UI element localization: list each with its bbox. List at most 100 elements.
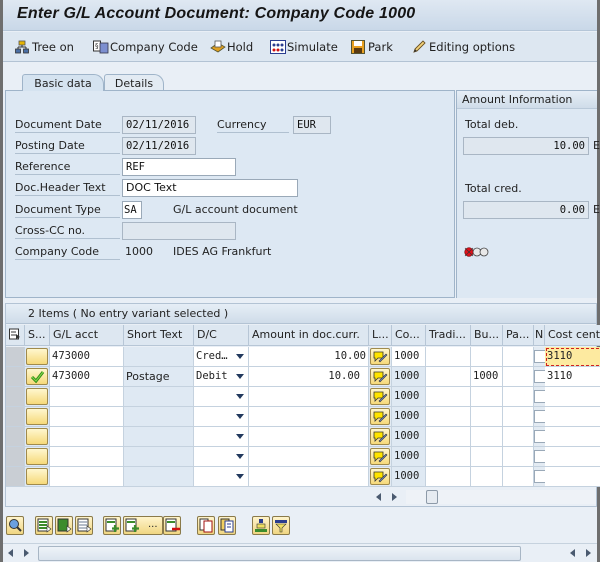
scroll-right-icon[interactable]: [392, 493, 397, 501]
deselect-all-button[interactable]: [75, 516, 93, 535]
dropdown-arrow-icon[interactable]: [236, 414, 244, 419]
row-selector[interactable]: [6, 407, 25, 427]
dc-cell[interactable]: [194, 427, 249, 447]
trading-cell[interactable]: [426, 447, 471, 467]
column-header[interactable]: G/L acct: [50, 325, 124, 346]
edit-note-button[interactable]: [370, 368, 390, 385]
bu-cell[interactable]: [471, 387, 503, 407]
dc-cell[interactable]: [194, 447, 249, 467]
short-text-cell[interactable]: [124, 347, 194, 367]
n-checkbox[interactable]: [534, 370, 545, 383]
bu-cell[interactable]: [471, 447, 503, 467]
amount-cell[interactable]: 10.00: [249, 347, 369, 367]
n-checkbox[interactable]: [534, 350, 545, 363]
dc-cell[interactable]: [194, 467, 249, 487]
details-button[interactable]: [6, 516, 24, 535]
gl-acct-cell[interactable]: 473000: [50, 367, 124, 387]
status-button[interactable]: [26, 448, 48, 465]
window-scroll-thumb[interactable]: [38, 546, 521, 561]
status-button[interactable]: [26, 368, 48, 385]
dc-cell[interactable]: [194, 387, 249, 407]
doc-header-text-field[interactable]: DOC Text: [122, 179, 298, 197]
dc-cell[interactable]: [194, 407, 249, 427]
row-selector[interactable]: [6, 447, 25, 467]
window-scroll-right-icon[interactable]: [24, 549, 29, 557]
trading-cell[interactable]: [426, 427, 471, 447]
co-cell[interactable]: 1000: [392, 407, 426, 427]
column-header[interactable]: Co...: [392, 325, 426, 346]
co-cell[interactable]: 1000: [392, 347, 426, 367]
dropdown-arrow-icon[interactable]: [236, 474, 244, 479]
gl-acct-cell[interactable]: [50, 387, 124, 407]
trading-cell[interactable]: [426, 387, 471, 407]
bu-cell[interactable]: [471, 427, 503, 447]
select-block-button[interactable]: [55, 516, 73, 535]
co-cell[interactable]: 1000: [392, 427, 426, 447]
dropdown-arrow-icon[interactable]: [236, 374, 244, 379]
insert-rows-button[interactable]: ...: [123, 516, 163, 535]
line-edit-cell[interactable]: [369, 347, 392, 367]
column-layout-icon[interactable]: [6, 325, 25, 346]
status-button[interactable]: [26, 428, 48, 445]
edit-note-button[interactable]: [370, 468, 390, 485]
column-header[interactable]: Pa...: [503, 325, 534, 346]
dropdown-arrow-icon[interactable]: [236, 394, 244, 399]
n-checkbox[interactable]: [534, 410, 545, 423]
n-flag-cell[interactable]: [534, 427, 545, 447]
tab-details[interactable]: Details: [104, 74, 164, 91]
edit-note-button[interactable]: [370, 448, 390, 465]
line-edit-cell[interactable]: [369, 407, 392, 427]
co-cell[interactable]: 1000: [392, 367, 426, 387]
co-cell[interactable]: 1000: [392, 467, 426, 487]
pa-cell[interactable]: [503, 367, 534, 387]
pa-cell[interactable]: [503, 447, 534, 467]
trading-cell[interactable]: [426, 347, 471, 367]
amount-cell[interactable]: [249, 447, 369, 467]
trading-cell[interactable]: [426, 407, 471, 427]
copy-button[interactable]: [197, 516, 215, 535]
cross-cc-field[interactable]: [122, 222, 236, 240]
column-header[interactable]: D/C: [194, 325, 249, 346]
cost-center-cell[interactable]: 3110: [545, 367, 600, 387]
co-cell[interactable]: 1000: [392, 447, 426, 467]
window-scroll-left-end-icon[interactable]: [570, 549, 575, 557]
row-selector[interactable]: [6, 347, 25, 367]
edit-note-button[interactable]: [370, 428, 390, 445]
edit-note-button[interactable]: [370, 408, 390, 425]
column-header[interactable]: Cost cent: [545, 325, 600, 346]
cost-center-cell[interactable]: [545, 387, 600, 407]
status-button[interactable]: [26, 388, 48, 405]
window-horizontal-scrollbar[interactable]: [3, 543, 597, 562]
short-text-cell[interactable]: [124, 387, 194, 407]
column-header[interactable]: S...: [25, 325, 50, 346]
n-flag-cell[interactable]: [534, 447, 545, 467]
dc-cell[interactable]: Cred…: [194, 347, 249, 367]
row-selector[interactable]: [6, 387, 25, 407]
n-flag-cell[interactable]: [534, 467, 545, 487]
cost-center-cell[interactable]: [545, 447, 600, 467]
line-edit-cell[interactable]: [369, 427, 392, 447]
n-flag-cell[interactable]: [534, 347, 545, 367]
column-header[interactable]: Short Text: [124, 325, 194, 346]
editing-options-button[interactable]: Editing options: [412, 39, 515, 55]
tab-basic-data[interactable]: Basic data: [22, 74, 104, 91]
amount-cell[interactable]: [249, 427, 369, 447]
short-text-cell[interactable]: Postage: [124, 367, 194, 387]
status-button[interactable]: [26, 468, 48, 485]
short-text-cell[interactable]: [124, 467, 194, 487]
column-header[interactable]: N: [534, 325, 545, 346]
n-checkbox[interactable]: [534, 450, 545, 463]
pa-cell[interactable]: [503, 467, 534, 487]
row-selector[interactable]: [6, 427, 25, 447]
line-edit-cell[interactable]: [369, 367, 392, 387]
tree-on-button[interactable]: Tree on: [15, 39, 74, 55]
gl-acct-cell[interactable]: [50, 407, 124, 427]
park-button[interactable]: Park: [351, 39, 393, 55]
n-flag-cell[interactable]: [534, 407, 545, 427]
n-flag-cell[interactable]: [534, 387, 545, 407]
row-selector[interactable]: [6, 467, 25, 487]
line-edit-cell[interactable]: [369, 467, 392, 487]
insert-row-button[interactable]: [103, 516, 121, 535]
gl-acct-cell[interactable]: [50, 467, 124, 487]
cost-center-cell[interactable]: [545, 427, 600, 447]
